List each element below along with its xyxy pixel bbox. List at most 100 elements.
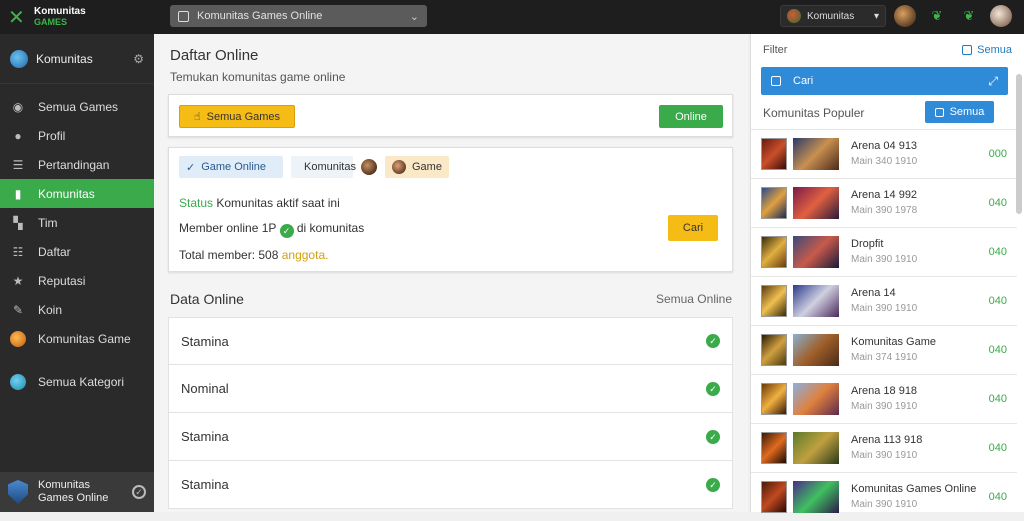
list-item[interactable]: Nominal ✓ — [168, 365, 733, 413]
user-name: Komunitas — [807, 10, 855, 22]
game-thumbnail — [761, 481, 787, 513]
star-icon: ★ — [12, 273, 24, 288]
list-item[interactable]: Komunitas Game Main 374 1910 040 — [751, 325, 1017, 374]
total-text: Total member: 508 — [179, 248, 279, 262]
item-value: 040 — [988, 246, 1007, 258]
game-image — [793, 334, 839, 366]
list-item[interactable]: Arena 04 913 Main 340 1910 000 — [751, 129, 1017, 178]
hand-icon: ☝ — [193, 111, 201, 123]
sidebar-item-reputation[interactable]: ★ Reputasi — [0, 266, 154, 295]
leaf-icon[interactable]: ❦ — [958, 5, 980, 27]
list-item[interactable]: Komunitas Games Online Main 390 1910 040 — [751, 472, 1017, 521]
online-button[interactable]: Online — [659, 105, 723, 128]
right-panel: Filter Semua Cari ⤢ Komunitas Populer Se… — [750, 34, 1024, 513]
sidebar-item-team[interactable]: ▚ Tim — [0, 208, 154, 237]
chevron-down-icon[interactable]: ⌄ — [410, 10, 419, 23]
item-title: Arena 14 — [851, 287, 896, 299]
sidebar-item-label: Daftar — [38, 244, 71, 259]
account-avatar[interactable] — [990, 5, 1012, 27]
item-meta: Main 390 1910 — [851, 303, 918, 314]
sidebar-item-all-categories[interactable]: Semua Kategori — [0, 367, 154, 396]
find-button[interactable]: Cari — [668, 215, 718, 241]
item-value: 040 — [988, 295, 1007, 307]
community-icon: ▮ — [14, 186, 22, 201]
list-item-label: Stamina — [181, 333, 229, 349]
leaf-icon[interactable]: ❦ — [926, 5, 948, 27]
button-label: Cari — [682, 222, 704, 234]
avatar — [787, 9, 801, 23]
avatar[interactable] — [361, 159, 377, 175]
game-image — [793, 383, 839, 415]
sidebar-item-list[interactable]: ☷ Daftar — [0, 237, 154, 266]
game-image — [793, 236, 839, 268]
list-item[interactable]: Arena 18 918 Main 390 1910 040 — [751, 374, 1017, 423]
gear-icon[interactable]: ⚙ — [133, 52, 144, 66]
online-list: Stamina ✓ Nominal ✓ Stamina ✓ Stamina ✓ — [168, 317, 733, 509]
all-games-button[interactable]: ☝ Semua Games — [179, 105, 295, 128]
expand-icon[interactable]: ⤢ — [988, 74, 998, 89]
list-item[interactable]: Arena 14 Main 390 1910 040 — [751, 276, 1017, 325]
game-thumbnail — [761, 432, 787, 464]
check-icon: ✓ — [706, 334, 720, 348]
list-item[interactable]: Stamina ✓ — [168, 317, 733, 365]
item-meta: Main 390 1910 — [851, 401, 918, 412]
sidebar-footer[interactable]: Komunitas Games Online ✓ — [0, 472, 154, 512]
list-item[interactable]: Stamina ✓ — [168, 413, 733, 461]
shield-icon — [8, 480, 28, 504]
sidebar-item-all-games[interactable]: ◉ Semua Games — [0, 92, 154, 121]
sidebar-item-label: Semua Games — [38, 99, 119, 114]
orb-icon — [10, 330, 26, 347]
all-button[interactable]: Semua — [925, 101, 994, 123]
status-text: Komunitas aktif saat ini — [216, 196, 340, 210]
chip-community[interactable]: Komunitas — [291, 156, 356, 178]
total-line: Total member: 508 anggota. — [179, 248, 328, 262]
search-input[interactable]: Komunitas Games Online ⌄ — [170, 5, 427, 27]
main-content: Daftar Online Temukan komunitas game onl… — [154, 34, 748, 512]
user-menu[interactable]: Komunitas ▾ — [780, 5, 886, 27]
scrollbar[interactable] — [1016, 74, 1022, 214]
status-card: ✓ Game Online Komunitas Game Status Komun… — [168, 147, 733, 272]
item-value: 040 — [988, 491, 1007, 503]
search-bar[interactable]: Cari ⤢ — [761, 67, 1008, 95]
top-bar: ✕ Komunitas GAMES Komunitas Games Online… — [0, 0, 1024, 34]
list-item[interactable]: Arena 14 992 Main 390 1978 040 — [751, 178, 1017, 227]
square-icon — [962, 45, 973, 55]
popular-list: Arena 04 913 Main 340 1910 000 Arena 14 9… — [751, 129, 1017, 521]
list-icon: ☰ — [12, 157, 24, 172]
profile-avatar[interactable] — [894, 5, 916, 27]
list-item[interactable]: Dropfit Main 390 1910 040 — [751, 227, 1017, 276]
sidebar-item-coins[interactable]: ✎ Koin — [0, 295, 154, 324]
logo[interactable]: ✕ Komunitas GAMES — [8, 4, 108, 30]
sidebar-item-label: Tim — [38, 215, 58, 230]
list-item[interactable]: Stamina ✓ — [168, 461, 733, 509]
popular-heading: Komunitas Populer — [763, 106, 865, 120]
action-card: ☝ Semua Games Online — [168, 94, 733, 137]
gamepad-icon: ◉ — [12, 99, 24, 114]
search-icon — [178, 10, 189, 22]
item-value: 040 — [988, 393, 1007, 405]
item-value: 000 — [988, 148, 1007, 160]
chip-label: Komunitas — [304, 161, 356, 173]
link-label: Semua — [977, 44, 1012, 56]
chip-game-online[interactable]: ✓ Game Online — [179, 156, 283, 178]
section-link[interactable]: Semua Online — [656, 292, 732, 306]
list-item[interactable]: Arena 113 918 Main 390 1910 040 — [751, 423, 1017, 472]
chip-game[interactable]: Game — [385, 156, 449, 178]
button-label: Semua — [949, 106, 985, 118]
sidebar-item-game-community[interactable]: Komunitas Game — [0, 324, 154, 353]
total-suffix: anggota. — [281, 248, 329, 262]
chip-label: Game — [412, 161, 442, 173]
all-link[interactable]: Semua — [962, 44, 1012, 56]
check-icon[interactable]: ✓ — [132, 485, 146, 499]
list-item-label: Nominal — [181, 381, 229, 396]
sidebar-item-community[interactable]: ▮ Komunitas — [0, 179, 154, 208]
sidebar-header[interactable]: Komunitas ⚙ — [0, 34, 154, 84]
logo-title: Komunitas — [34, 6, 86, 17]
list-item-label: Stamina — [181, 429, 229, 444]
sidebar-item-matches[interactable]: ☰ Pertandingan — [0, 150, 154, 179]
button-label: Online — [675, 110, 707, 123]
sidebar-item-label: Komunitas Game — [38, 331, 131, 346]
game-image — [793, 432, 839, 464]
sidebar-item-profile[interactable]: ● Profil — [0, 121, 154, 150]
square-icon — [934, 107, 944, 117]
